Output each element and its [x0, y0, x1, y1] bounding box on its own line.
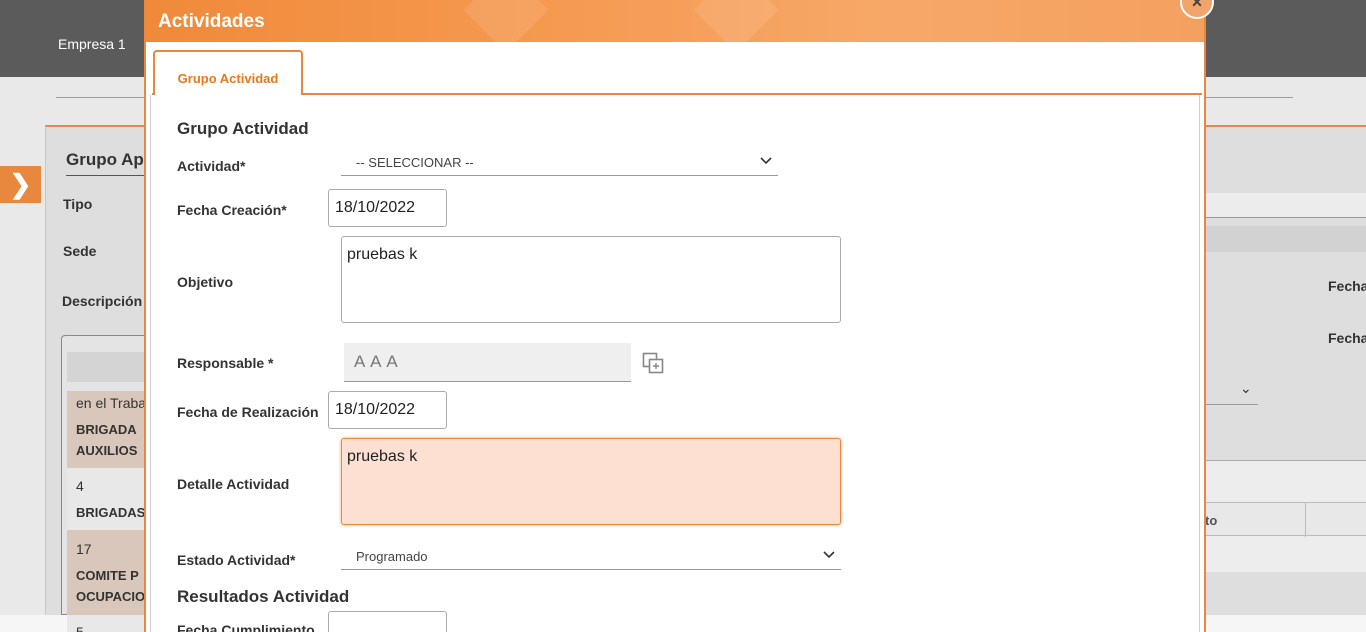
table-header-fragment: to: [1205, 513, 1218, 528]
section-title: Grupo Actividad: [177, 119, 309, 138]
fecha-realizacion-input[interactable]: 18/10/2022: [328, 391, 447, 429]
table-row[interactable]: 4 BRIGADAS: [67, 468, 151, 530]
actividad-select-value: -- SELECCIONAR --: [356, 155, 474, 170]
label-sede: Sede: [63, 243, 97, 259]
sidebar-toggle-button[interactable]: ❯: [0, 166, 41, 203]
modal-title: Actividades: [158, 11, 265, 32]
background-select-line: [1205, 404, 1258, 405]
fecha-cumplimiento-label: Fecha Cumplimiento: [177, 622, 315, 632]
label-fecha-1: Fecha: [1328, 278, 1366, 294]
row-line: 4: [76, 478, 84, 494]
responsable-input[interactable]: A A A: [344, 343, 631, 382]
estado-actividad-select[interactable]: Programado: [341, 544, 841, 570]
objetivo-label: Objetivo: [177, 274, 234, 290]
background-table-header-left: [67, 352, 151, 382]
close-icon: ×: [1191, 0, 1203, 12]
modal-header: Actividades: [146, 0, 1204, 42]
tab-grupo-actividad[interactable]: Grupo Actividad: [153, 50, 303, 95]
row-line: AUXILIOS: [76, 443, 138, 458]
responsable-label: Responsable *: [177, 355, 274, 371]
label-descripcion: Descripción: [62, 293, 143, 309]
fecha-realizacion-label: Fecha de Realización: [177, 404, 319, 420]
row-line: OCUPACIO: [76, 589, 146, 604]
label-tipo: Tipo: [63, 196, 93, 212]
copy-select-icon[interactable]: [642, 352, 664, 374]
fecha-creacion-label: Fecha Creación*: [177, 202, 287, 218]
row-line: BRIGADAS: [76, 505, 146, 520]
chevron-right-icon: ❯: [9, 169, 32, 199]
table-row[interactable]: en el Traba BRIGADA AUXILIOS: [67, 391, 151, 468]
objetivo-textarea[interactable]: pruebas k: [341, 236, 841, 323]
row-line: COMITE P: [76, 568, 139, 583]
chevron-down-icon[interactable]: ⌄: [1240, 380, 1252, 397]
row-line: BRIGADA: [76, 422, 137, 437]
column-divider: [1305, 503, 1306, 537]
estado-actividad-label: Estado Actividad*: [177, 552, 296, 568]
detalle-actividad-label: Detalle Actividad: [177, 476, 290, 492]
actividad-select[interactable]: -- SELECCIONAR --: [341, 150, 778, 176]
fecha-cumplimiento-input[interactable]: [328, 611, 447, 632]
row-line: 17: [76, 541, 92, 557]
background-field: [1205, 193, 1366, 218]
chevron-down-icon: [823, 551, 835, 559]
table-row[interactable]: 17 COMITE P OCUPACIO: [67, 530, 151, 615]
row-line: en el Traba: [76, 395, 147, 411]
actividades-modal: Actividades × Grupo Actividad Grupo Acti…: [144, 0, 1214, 632]
row-line: 5: [76, 624, 84, 632]
resultados-section-title: Resultados Actividad: [177, 587, 350, 606]
background-panel-title: Grupo Ap: [66, 150, 146, 176]
chevron-down-icon: [760, 157, 772, 165]
fecha-creacion-input[interactable]: 18/10/2022: [328, 189, 447, 227]
table-row[interactable]: 5: [67, 615, 151, 632]
actividad-label: Actividad*: [177, 158, 246, 174]
estado-select-value: Programado: [356, 549, 428, 564]
label-fecha-2: Fecha: [1328, 330, 1366, 346]
background-table-header: to: [1205, 502, 1366, 537]
company-name[interactable]: Empresa 1: [58, 36, 126, 52]
detalle-actividad-textarea[interactable]: pruebas k: [341, 438, 841, 525]
background-field: [1205, 226, 1366, 252]
